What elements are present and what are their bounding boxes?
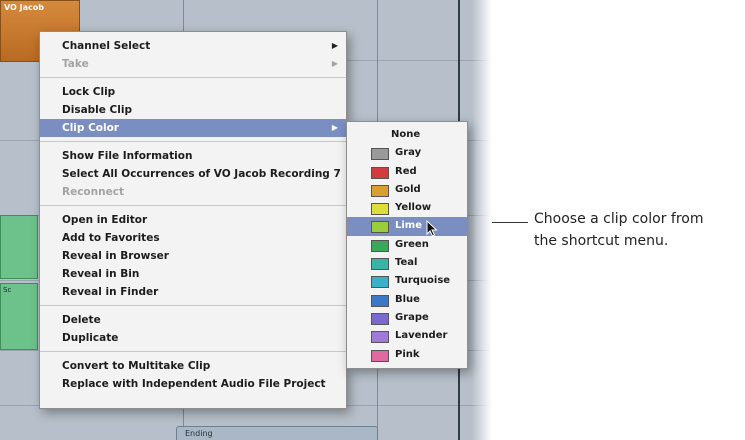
menu-item-lock-clip[interactable]: Lock Clip (40, 83, 346, 101)
menu-separator (40, 351, 346, 352)
menu-item-convert-to-multitake-clip[interactable]: Convert to Multitake Clip (40, 357, 346, 375)
color-item-label: Turquoise (395, 275, 451, 287)
submenu-arrow-icon: ▶ (331, 59, 338, 68)
menu-item-label: Reconnect (62, 186, 124, 198)
image-fade (472, 0, 492, 440)
caption-line: Choose a clip color from (534, 211, 704, 227)
menu-item-show-file-information[interactable]: Show File Information (40, 147, 346, 165)
color-swatch-icon (371, 312, 389, 325)
color-swatch-icon (371, 221, 389, 234)
menu-item-label: Reveal in Bin (62, 268, 140, 280)
menu-item-reveal-in-finder[interactable]: Reveal in Finder (40, 283, 346, 301)
menu-item-label: Open in Editor (62, 214, 148, 226)
clip-label: Sc (3, 286, 12, 294)
menu-item-label: Select All Occurrences of VO Jacob Recor… (62, 168, 341, 180)
color-item-green[interactable]: Green (347, 236, 467, 254)
color-swatch-icon (371, 294, 389, 307)
menu-item-label: Duplicate (62, 332, 119, 344)
audio-clip-green[interactable] (0, 215, 38, 279)
menu-item-take: Take ▶ (40, 55, 346, 73)
color-swatch-icon (371, 331, 389, 344)
submenu-arrow-icon: ▶ (331, 41, 338, 50)
color-item-label: Lime (395, 220, 423, 232)
menu-separator (40, 141, 346, 142)
menu-item-reveal-in-bin[interactable]: Reveal in Bin (40, 265, 346, 283)
menu-item-label: Convert to Multitake Clip (62, 360, 211, 372)
color-swatch-icon (371, 239, 389, 252)
color-item-grape[interactable]: Grape (347, 309, 467, 327)
color-swatch-icon (371, 203, 389, 216)
menu-item-replace-with-independent-audio-file-project[interactable]: Replace with Independent Audio File Proj… (40, 375, 346, 393)
color-item-label: Pink (395, 348, 420, 360)
menu-item-reveal-in-browser[interactable]: Reveal in Browser (40, 247, 346, 265)
color-item-label: Green (395, 238, 429, 250)
clip-label: Ending (185, 429, 213, 438)
color-item-label: Gold (395, 183, 421, 195)
color-item-teal[interactable]: Teal (347, 254, 467, 272)
color-item-red[interactable]: Red (347, 163, 467, 181)
color-swatch-icon (371, 276, 389, 289)
color-item-label: Grape (395, 311, 429, 323)
menu-item-label: Reveal in Finder (62, 286, 159, 298)
color-swatch-icon (371, 166, 389, 179)
menu-item-label: Replace with Independent Audio File Proj… (62, 378, 326, 390)
clip-color-submenu: None Gray Red Gold Yellow Lime Green Teal Turquo… (346, 121, 468, 369)
clip-label: VO Jacob (4, 3, 44, 12)
menu-item-delete[interactable]: Delete (40, 311, 346, 329)
audio-clip-green[interactable]: Sc (0, 283, 38, 350)
menu-item-open-in-editor[interactable]: Open in Editor (40, 211, 346, 229)
color-item-gray[interactable]: Gray (347, 144, 467, 162)
color-swatch-icon (371, 148, 389, 161)
menu-separator (40, 205, 346, 206)
caption-line: the shortcut menu. (534, 233, 669, 249)
menu-separator (40, 77, 346, 78)
menu-item-disable-clip[interactable]: Disable Clip (40, 101, 346, 119)
menu-item-label: Lock Clip (62, 86, 116, 98)
submenu-arrow-icon: ▶ (331, 123, 338, 132)
color-swatch-icon (371, 184, 389, 197)
color-item-turquoise[interactable]: Turquoise (347, 272, 467, 290)
color-item-yellow[interactable]: Yellow (347, 199, 467, 217)
color-item-label: Teal (395, 257, 418, 269)
color-swatch-icon (371, 349, 389, 362)
color-item-label: Blue (395, 293, 420, 305)
menu-item-label: Clip Color (62, 122, 119, 134)
menu-item-channel-select[interactable]: Channel Select ▶ (40, 37, 346, 55)
menu-item-label: Reveal in Browser (62, 250, 169, 262)
clip-context-menu: Channel Select ▶ Take ▶ Lock Clip Disable Cli… (39, 31, 347, 409)
menu-item-label: Delete (62, 314, 101, 326)
menu-item-add-to-favorites[interactable]: Add to Favorites (40, 229, 346, 247)
menu-item-clip-color[interactable]: Clip Color ▶ (40, 119, 346, 137)
color-swatch-icon (371, 258, 389, 271)
color-item-label: Red (395, 165, 417, 177)
menu-item-duplicate[interactable]: Duplicate (40, 329, 346, 347)
color-item-lime[interactable]: Lime (347, 217, 467, 238)
callout-line (492, 222, 528, 223)
menu-item-label: Take (62, 58, 89, 70)
color-item-blue[interactable]: Blue (347, 291, 467, 309)
color-item-lavender[interactable]: Lavender (347, 327, 467, 345)
menu-item-label: Channel Select (62, 40, 151, 52)
menu-item-label: Add to Favorites (62, 232, 160, 244)
annotation-caption: Choose a clip color from the shortcut me… (534, 208, 744, 252)
menu-item-select-all-occurrences-of-vo-jacob-recording-7[interactable]: Select All Occurrences of VO Jacob Recor… (40, 165, 346, 183)
menu-item-reconnect: Reconnect (40, 183, 346, 201)
menu-item-label: Show File Information (62, 150, 193, 162)
menu-item-label: Disable Clip (62, 104, 132, 116)
color-item-label: None (391, 129, 421, 140)
color-item-label: Yellow (395, 202, 432, 214)
audio-clip-ending[interactable]: Ending (176, 426, 378, 440)
color-item-none[interactable]: None (347, 126, 467, 144)
color-item-label: Gray (395, 147, 422, 159)
color-item-pink[interactable]: Pink (347, 346, 467, 364)
color-item-label: Lavender (395, 330, 448, 342)
menu-separator (40, 305, 346, 306)
color-item-gold[interactable]: Gold (347, 181, 467, 199)
